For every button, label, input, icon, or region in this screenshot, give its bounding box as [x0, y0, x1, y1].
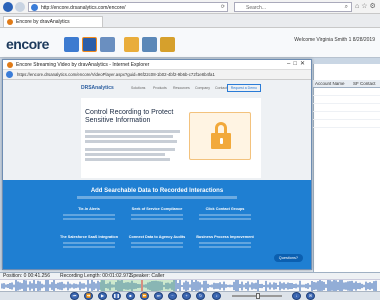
- popup-address-text: https://encore.drsanalytics.com/encore/V…: [17, 72, 215, 77]
- player-info-bar: Position: 0 00:41.256 Recording Length: …: [0, 272, 380, 279]
- grid-row[interactable]: [313, 97, 380, 104]
- grid-row[interactable]: [313, 113, 380, 120]
- home-button[interactable]: [64, 37, 79, 52]
- search-placeholder: Search...: [246, 5, 267, 11]
- popup-title-bar: Encore Streaming Video by dravAnalytics …: [3, 60, 311, 70]
- fast-button[interactable]: +: [182, 292, 191, 300]
- site-nav: DRSAnalytics Solutions Products Resource…: [81, 84, 261, 93]
- fast-forward-button[interactable]: ⏩: [140, 292, 149, 300]
- app-toolbar: [0, 28, 380, 58]
- browser-tab[interactable]: Encore by dravAnalytics: [3, 16, 103, 27]
- recordings-button[interactable]: [82, 37, 97, 52]
- request-demo-button[interactable]: Request a Demo: [226, 84, 261, 92]
- skip-end-button[interactable]: ⏭: [154, 292, 163, 300]
- hero-paragraph: [85, 153, 165, 156]
- feature-heading: Business Process Improvement: [196, 235, 254, 239]
- pause-button[interactable]: ❚❚: [112, 292, 121, 300]
- nav-link[interactable]: Products: [153, 86, 167, 90]
- address-text: http://encore.drsanalytics.com/encore/: [41, 5, 126, 11]
- skip-start-button[interactable]: ⏮: [70, 292, 79, 300]
- search-icon[interactable]: ⌕: [345, 4, 348, 11]
- site-logo: DRSAnalytics: [81, 85, 114, 91]
- settings-button[interactable]: [142, 37, 157, 52]
- nav-link[interactable]: Resources: [173, 86, 190, 90]
- slow-button[interactable]: −: [168, 292, 177, 300]
- grid-row[interactable]: [313, 89, 380, 96]
- favicon-icon: [7, 62, 13, 68]
- features-subtitle: [77, 196, 237, 199]
- reports-button[interactable]: [100, 37, 115, 52]
- ie-logo-icon: [31, 4, 38, 11]
- back-button[interactable]: [3, 2, 13, 12]
- help-button[interactable]: [160, 37, 175, 52]
- grid-header: Account Name SF Contact: [313, 80, 380, 88]
- lock-illustration: [189, 112, 251, 160]
- feature-heading: Seek of Service Compliance: [131, 207, 183, 211]
- hero-paragraph: [85, 148, 175, 151]
- nav-link[interactable]: Contact: [215, 86, 227, 90]
- hero-paragraph: [85, 158, 170, 161]
- favicon-icon: [7, 19, 13, 25]
- search-input[interactable]: Search... ⌕: [234, 2, 352, 12]
- player-controls: ⏮ ⏪ ▶ ❚❚ ■ ⏩ ⏭ − + ↻ ♪ ↓ ✉: [0, 291, 380, 300]
- tab-title: Encore by dravAnalytics: [16, 19, 70, 25]
- video-popup-window: Encore Streaming Video by dravAnalytics …: [2, 59, 312, 270]
- ie-logo-icon: [6, 71, 13, 78]
- grid-row[interactable]: [313, 105, 380, 112]
- loop-button[interactable]: ↻: [196, 292, 205, 300]
- features-title: Add Searchable Data to Recorded Interact…: [90, 188, 224, 194]
- feature-heading: Click Contact Groups: [205, 207, 245, 211]
- popup-title: Encore Streaming Video by dravAnalytics …: [16, 62, 150, 68]
- play-button[interactable]: ▶: [98, 292, 107, 300]
- hero-paragraph: [85, 130, 180, 133]
- audio-waveform[interactable]: [0, 277, 380, 295]
- hero-paragraph: [85, 140, 177, 143]
- browser-menu-icons[interactable]: ⌂☆⚙: [355, 2, 378, 10]
- window-controls[interactable]: –□✕: [287, 60, 308, 67]
- download-button[interactable]: ↓: [292, 292, 301, 300]
- forward-button[interactable]: [15, 2, 25, 12]
- feature-heading: Connect Data to Agency Audits: [128, 235, 186, 239]
- rewind-button[interactable]: ⏪: [84, 292, 93, 300]
- feature-heading: Tie-In Alerts: [78, 207, 100, 211]
- email-button[interactable]: ✉: [306, 292, 315, 300]
- refresh-icon[interactable]: ⟳: [221, 4, 225, 10]
- users-button[interactable]: [124, 37, 139, 52]
- hero-title: Control Recording to Protect Sensitive I…: [85, 109, 174, 124]
- nav-link[interactable]: Solutions: [131, 86, 145, 90]
- column-sf-contact[interactable]: SF Contact: [353, 81, 376, 86]
- streamed-page: DRSAnalytics Solutions Products Resource…: [3, 80, 311, 269]
- hero-section: Control Recording to Protect Sensitive I…: [81, 98, 261, 178]
- volume-knob[interactable]: [256, 293, 260, 299]
- volume-icon[interactable]: ♪: [212, 292, 221, 300]
- nav-link[interactable]: Company: [195, 86, 210, 90]
- welcome-text: Welcome Virginia Smith 1 8/28/2019: [294, 37, 375, 43]
- stop-button[interactable]: ■: [126, 292, 135, 300]
- chat-button[interactable]: Questions?: [273, 254, 303, 262]
- features-section: Add Searchable Data to Recorded Interact…: [3, 180, 311, 269]
- feature-heading: The Salesforce SaaS Integration: [59, 235, 119, 239]
- hero-paragraph: [85, 135, 173, 138]
- encore-logo: encore: [6, 36, 49, 52]
- address-bar[interactable]: http://encore.drsanalytics.com/encore/ ⟳: [28, 2, 228, 12]
- column-account-name[interactable]: Account Name: [315, 81, 345, 86]
- grid-row[interactable]: [313, 121, 380, 128]
- popup-address-bar: https://encore.drsanalytics.com/encore/V…: [3, 70, 311, 80]
